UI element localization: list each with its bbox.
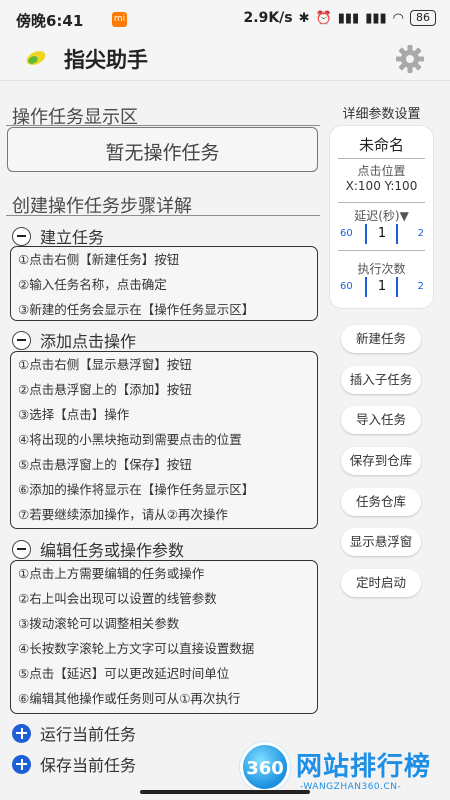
guide-title-underline [6, 215, 320, 216]
insert-subtask-button[interactable]: 插入子任务 [341, 366, 421, 394]
param-settings-title: 详细参数设置 [342, 107, 421, 122]
import-task-button[interactable]: 导入任务 [341, 406, 421, 434]
collapse-icon [12, 330, 31, 350]
mi-notification-icon: mi [112, 12, 127, 27]
network-speed: 2.9K/s [243, 10, 293, 26]
delay-roller[interactable]: 60 1 2 [338, 224, 426, 246]
list-item: ③新建的任务会显示在【操作任务显示区】 [18, 302, 255, 317]
task-repo-button[interactable]: 任务仓库 [341, 488, 421, 516]
list-item: ③拨动滚轮可以调整相关参数 [18, 616, 180, 631]
list-item: ④长按数字滚轮上方文字可以直接设置数据 [18, 641, 255, 656]
status-right-group: 2.9K/s ✱ ⏰ ▮▮▮ ▮▮▮ ◠ 86 [244, 10, 436, 26]
signal-icon: ▮▮▮ [337, 10, 360, 26]
expand-icon [12, 723, 31, 743]
watermark-subtext: -WANGZHAN360.CN- [300, 782, 402, 792]
gesture-nav-bar[interactable] [140, 790, 310, 794]
list-item: ⑦若要继续添加操作，请从②再次操作 [18, 507, 228, 522]
roller-current-value: 1 [377, 226, 387, 241]
status-time: 傍晚6:41 [16, 12, 84, 30]
card-divider [338, 250, 425, 251]
roller-bar [396, 277, 398, 297]
list-item: ⑥编辑其他操作或任务则可从①再次执行 [18, 691, 241, 706]
list-item: ③选择【点击】操作 [18, 407, 130, 422]
delay-label[interactable]: 延迟(秒)▼ [330, 207, 433, 224]
section-label: 运行当前任务 [40, 725, 137, 744]
list-item: ⑤点击【延迟】可以更改延迟时间单位 [18, 666, 230, 681]
list-item: ②输入任务名称，点击确定 [18, 277, 167, 292]
list-item: ①点击右侧【显示悬浮窗】按钮 [18, 357, 192, 372]
battery-indicator: 86 [410, 10, 436, 26]
new-task-button[interactable]: 新建任务 [341, 325, 421, 353]
signal-2-icon: ▮▮▮ [365, 10, 387, 26]
appbar-divider [0, 80, 450, 81]
param-settings-card: 未命名 点击位置 X:100 Y:100 延迟(秒)▼ 60 1 2 执行次数 … [330, 126, 433, 308]
section-label: 添加点击操作 [40, 332, 137, 351]
list-item: ②点击悬浮窗上的【添加】按钮 [18, 382, 192, 397]
collapse-icon [12, 226, 31, 246]
list-item: ①点击右侧【新建任务】按钮 [18, 252, 180, 267]
task-name[interactable]: 未命名 [330, 134, 433, 155]
display-title-underline [6, 125, 320, 126]
section-edit-params-header[interactable]: 编辑任务或操作参数 [12, 538, 184, 560]
card-divider [338, 158, 425, 159]
section-label: 保存当前任务 [40, 756, 137, 775]
create-task-steps: ①点击右侧【新建任务】按钮 ②输入任务名称，点击确定 ③新建的任务会显示在【操作… [10, 246, 318, 321]
empty-task-text: 暂无操作任务 [105, 142, 220, 164]
section-create-task-header[interactable]: 建立任务 [12, 225, 104, 247]
show-floating-window-button[interactable]: 显示悬浮窗 [341, 528, 421, 556]
save-to-repo-button[interactable]: 保存到仓库 [341, 447, 421, 475]
app-bar: 指尖助手 [0, 38, 450, 80]
list-item: ⑥添加的操作将显示在【操作任务显示区】 [18, 482, 255, 497]
section-label: 建立任务 [40, 228, 105, 247]
add-click-steps: ①点击右侧【显示悬浮窗】按钮 ②点击悬浮窗上的【添加】按钮 ③选择【点击】操作 … [10, 351, 318, 529]
section-add-click-header[interactable]: 添加点击操作 [12, 329, 136, 351]
scheduled-start-button[interactable]: 定时启动 [341, 569, 421, 597]
section-run-task-header[interactable]: 运行当前任务 [12, 722, 136, 744]
roller-bar [396, 224, 398, 244]
repeat-roller[interactable]: 60 1 2 [338, 277, 426, 299]
roller-current-value: 1 [377, 279, 387, 294]
section-save-task-header[interactable]: 保存当前任务 [12, 753, 136, 775]
task-display-area[interactable]: 暂无操作任务 [7, 127, 318, 172]
collapse-icon [12, 539, 31, 559]
edit-params-steps: ①点击上方需要编辑的任务或操作 ②右上叫会出现可以设置的线管参数 ③拨动滚轮可以… [10, 560, 318, 714]
expand-icon [12, 754, 31, 774]
roller-high-value: 2 [417, 281, 424, 292]
list-item: ①点击上方需要编辑的任务或操作 [18, 566, 205, 581]
repeat-count-label[interactable]: 执行次数 [330, 260, 433, 277]
card-divider [338, 202, 425, 203]
watermark-badge-text: 360 [246, 758, 284, 779]
app-logo-icon [26, 51, 46, 65]
click-position-label[interactable]: 点击位置 [330, 162, 433, 179]
status-bar: 傍晚6:41 mi 2.9K/s ✱ ⏰ ▮▮▮ ▮▮▮ ◠ 86 [0, 0, 450, 38]
bluetooth-icon: ✱ [298, 10, 310, 26]
list-item: ②右上叫会出现可以设置的线管参数 [18, 591, 217, 606]
section-label: 编辑任务或操作参数 [40, 541, 185, 560]
watermark-badge: 360 [240, 742, 290, 792]
list-item: ⑤点击悬浮窗上的【保存】按钮 [18, 457, 192, 472]
watermark-text: 网站排行榜 [296, 752, 432, 782]
roller-high-value: 2 [417, 228, 424, 239]
wifi-icon: ◠ [392, 10, 404, 26]
gear-icon[interactable] [394, 43, 426, 75]
list-item: ④将出现的小黑块拖动到需要点击的位置 [18, 432, 242, 447]
app-title: 指尖助手 [64, 48, 148, 72]
alarm-icon: ⏰ [315, 10, 332, 26]
click-position-value: X:100 Y:100 [345, 179, 418, 193]
